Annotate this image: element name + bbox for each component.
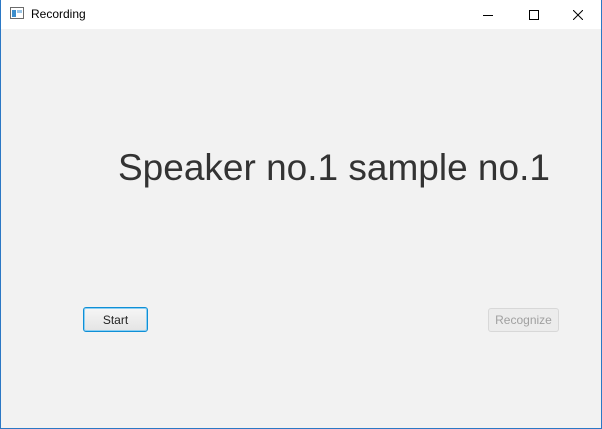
maximize-icon <box>529 9 539 20</box>
close-icon <box>573 9 583 20</box>
close-button[interactable] <box>555 0 601 29</box>
recording-window: Recording Speaker no.1 sample no.1 Start… <box>0 0 602 429</box>
minimize-icon <box>483 14 493 16</box>
window-title: Recording <box>31 7 86 21</box>
speaker-sample-heading: Speaker no.1 sample no.1 <box>118 147 550 188</box>
start-button[interactable]: Start <box>83 307 148 332</box>
client-area: Speaker no.1 sample no.1 Start Recognize <box>1 29 601 428</box>
title-bar[interactable]: Recording <box>1 0 601 29</box>
recognize-button[interactable]: Recognize <box>488 308 559 332</box>
app-icon <box>10 7 24 19</box>
maximize-button[interactable] <box>511 0 557 29</box>
minimize-button[interactable] <box>465 0 511 29</box>
